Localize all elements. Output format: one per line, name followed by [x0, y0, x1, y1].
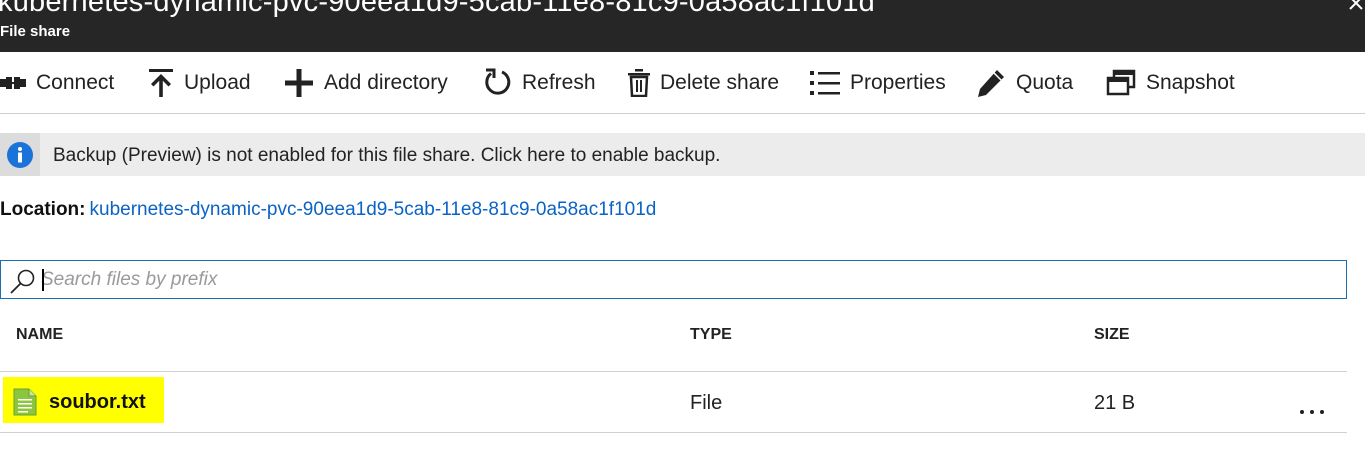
delete-share-label: Delete share: [660, 71, 780, 94]
file-type: File: [690, 392, 723, 414]
text-file-icon: [13, 388, 37, 416]
connect-icon: [0, 77, 26, 89]
snapshot-label: Snapshot: [1146, 71, 1235, 94]
quota-button[interactable]: Quota: [976, 66, 1073, 100]
properties-label: Properties: [850, 71, 946, 94]
column-header-type[interactable]: TYPE: [690, 326, 732, 344]
add-icon: [285, 69, 313, 97]
page-title: kubernetes-dynamic-pvc-90eea1d9-5cab-11e…: [0, 0, 875, 18]
refresh-icon: [485, 68, 511, 95]
refresh-button[interactable]: Refresh: [482, 66, 596, 100]
pencil-icon: [978, 70, 1004, 97]
add-directory-label: Add directory: [324, 71, 448, 94]
row-divider: [0, 432, 1347, 433]
quota-label: Quota: [1016, 71, 1074, 94]
blade-header: kubernetes-dynamic-pvc-90eea1d9-5cab-11e…: [0, 0, 1365, 52]
close-icon[interactable]: [1347, 0, 1365, 12]
location-label: Location:: [0, 199, 86, 220]
location-link[interactable]: kubernetes-dynamic-pvc-90eea1d9-5cab-11e…: [90, 199, 657, 220]
backup-notification-banner[interactable]: Backup (Preview) is not enabled for this…: [0, 133, 1365, 176]
upload-button[interactable]: Upload: [148, 66, 251, 100]
search-box: [0, 260, 1347, 299]
backup-message[interactable]: Backup (Preview) is not enabled for this…: [53, 145, 720, 167]
refresh-label: Refresh: [522, 71, 596, 94]
command-bar: Connect Upload Add directory Refresh Del…: [0, 52, 1365, 114]
properties-button[interactable]: Properties: [810, 66, 946, 100]
snapshot-button[interactable]: Snapshot: [1106, 66, 1235, 100]
info-icon: [7, 142, 33, 168]
search-icon: [10, 269, 35, 294]
file-name[interactable]: soubor.txt: [49, 391, 146, 414]
list-icon: [810, 71, 840, 95]
trash-icon: [628, 69, 650, 97]
upload-label: Upload: [184, 71, 251, 94]
header-divider: [0, 371, 1347, 372]
column-header-name[interactable]: NAME: [16, 326, 63, 344]
text-cursor: [42, 269, 44, 291]
search-input[interactable]: [41, 265, 1331, 295]
connect-label: Connect: [36, 71, 115, 94]
page-subtitle: File share: [0, 23, 71, 40]
upload-icon: [149, 69, 173, 97]
snapshot-icon: [1106, 69, 1136, 96]
location-row: Location: kubernetes-dynamic-pvc-90eea1d9…: [0, 199, 656, 221]
file-size: 21 B: [1094, 392, 1136, 414]
connect-button[interactable]: Connect: [0, 66, 114, 100]
more-options-icon[interactable]: [1298, 398, 1328, 418]
column-header-size[interactable]: SIZE: [1094, 326, 1130, 344]
info-icon-container: [0, 133, 40, 176]
delete-share-button[interactable]: Delete share: [628, 66, 779, 100]
add-directory-button[interactable]: Add directory: [284, 66, 448, 100]
